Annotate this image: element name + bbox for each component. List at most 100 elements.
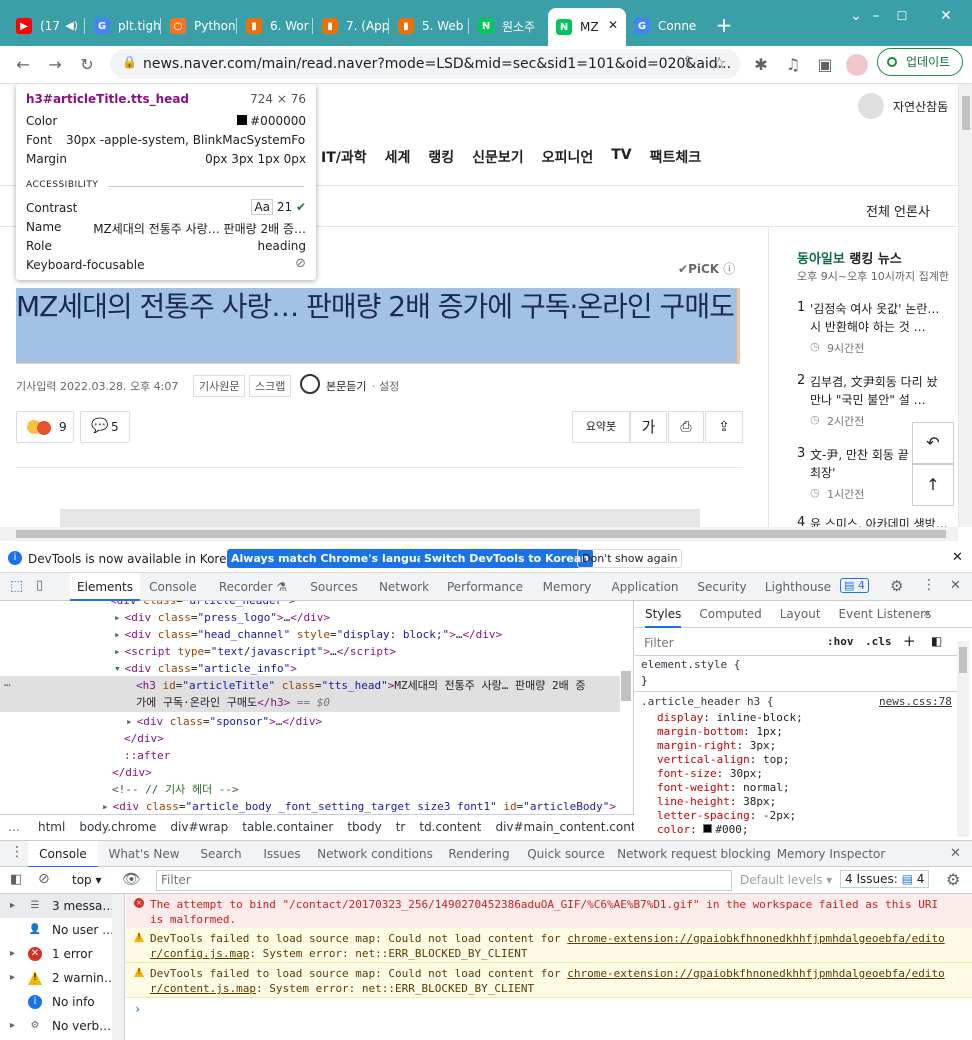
dom-node[interactable]: <!-- // 기사 헤더 --> — [0, 781, 239, 798]
ranking-item[interactable]: 1 '김정숙 여사 옷값' 논란… 시 반환해야 하는 것 … ◷ 9시간전 — [797, 300, 958, 370]
devtools-tab-network[interactable]: Network — [368, 573, 440, 601]
context-select[interactable]: top ▾ — [72, 873, 102, 887]
breadcrumb-item[interactable]: td.content — [419, 815, 481, 840]
tab-1[interactable]: Gplt.tigh — [86, 10, 160, 42]
css-property[interactable]: margin-bottom: 1px; — [657, 725, 803, 739]
devtools-tab-performance[interactable]: Performance — [440, 573, 530, 601]
nav-item-3[interactable]: 신문보기 — [472, 147, 524, 167]
drawer-menu-icon[interactable]: ⋮ — [10, 844, 24, 860]
css-property-value[interactable]: 3px; — [750, 739, 777, 752]
listen-button[interactable]: 본문듣기 — [326, 378, 366, 394]
color-swatch[interactable] — [703, 824, 713, 833]
clear-console-icon[interactable]: ⊘ — [38, 871, 50, 887]
css-property[interactable]: margin-right: 3px; — [657, 739, 803, 753]
add-rule-icon[interactable]: + — [903, 632, 916, 650]
page-vertical-scrollbar[interactable] — [958, 84, 972, 527]
devtools-tab-elements[interactable]: Elements — [70, 573, 140, 601]
drawer-tab-2[interactable]: Search — [190, 841, 252, 868]
dom-node[interactable]: ▸ <div class="press_logo">…</div> — [0, 609, 330, 626]
profile-avatar[interactable] — [846, 54, 868, 76]
drawer-tab-5[interactable]: Rendering — [438, 841, 520, 868]
dom-node[interactable]: ▸ <div class="sponsor">…</div> — [0, 713, 322, 730]
side-panel-icon[interactable]: ▣ — [814, 54, 836, 76]
address-bar[interactable]: 🔒 news.naver.com/main/read.naver?mode=LS… — [110, 49, 740, 79]
css-property-name[interactable]: font-size — [657, 767, 717, 780]
live-expression-eye-icon[interactable]: 👁 — [122, 870, 141, 888]
class-toggle[interactable]: .cls — [865, 635, 892, 648]
print-button[interactable]: ⎙ — [668, 411, 704, 443]
all-press-link[interactable]: 전체 언론사 — [866, 201, 930, 220]
listen-setting[interactable]: · 설정 — [372, 378, 399, 394]
styles-filter-input[interactable]: Filter — [639, 631, 819, 653]
issues-counter[interactable]: 4 Issues: ▤ 4 — [840, 870, 930, 888]
listen-icon[interactable] — [300, 374, 320, 394]
css-property-name[interactable]: font-weight — [657, 781, 730, 794]
devtools-tab-memory[interactable]: Memory — [530, 573, 604, 601]
devtools-tab-console[interactable]: Console — [140, 573, 206, 601]
breadcrumb-item[interactable]: tbody — [347, 815, 381, 840]
styles-scrollbar-thumb[interactable] — [959, 647, 967, 673]
dont-show-again-button[interactable]: Don't show again — [577, 549, 683, 568]
dom-node[interactable]: ▾ <div class="article_info"> — [0, 660, 297, 677]
css-property[interactable]: vertical-align: top; — [657, 753, 803, 767]
scrap-button[interactable]: 스크랩 — [249, 375, 292, 397]
devtools-tab-recorder[interactable]: Recorder ⚗ — [206, 573, 300, 601]
tab-2[interactable]: ○ Python — [162, 10, 236, 42]
rule-source-link[interactable]: news.css:78 — [879, 695, 952, 708]
source-map-link[interactable]: chrome-extension://gpaiobkfhnonedkhhfjpm… — [567, 967, 945, 980]
ranking-press[interactable]: 동아일보 — [797, 252, 845, 267]
scrollbar-thumb[interactable] — [962, 96, 970, 130]
breadcrumb-item[interactable]: html — [38, 815, 65, 840]
summary-button[interactable]: 요약봇 — [572, 411, 630, 443]
expand-arrow-icon[interactable]: ▸ — [10, 1014, 15, 1038]
console-sidebar-toggle-icon[interactable]: ◧ — [10, 872, 22, 887]
tab-0[interactable]: ▶ (17 ◀) — [8, 10, 84, 42]
css-property[interactable]: font-weight: normal; — [657, 781, 803, 795]
css-property-value[interactable]: -2px; — [763, 809, 796, 822]
switch-korean-button[interactable]: Switch DevTools to Korean — [420, 549, 594, 568]
drawer-tab-3[interactable]: Issues — [252, 841, 312, 868]
issues-badge[interactable]: ▤ 4 — [840, 578, 869, 593]
expand-arrow-icon[interactable]: ▸ — [10, 894, 15, 918]
tab-5[interactable]: ▮ 5. Web — [390, 10, 468, 42]
close-infobar-icon[interactable]: ✕ — [952, 550, 963, 565]
comment-button[interactable]: 💬 5 — [80, 411, 130, 443]
css-property[interactable]: color: #000; — [657, 823, 803, 837]
log-levels-dropdown[interactable]: Default levels ▾ — [740, 873, 832, 887]
expand-arrow-icon[interactable]: ▸ — [10, 942, 15, 966]
ranking-item[interactable]: 4 윤 스미스, 아카데미 생방… — [797, 515, 958, 527]
avatar[interactable] — [858, 93, 884, 119]
css-property-value[interactable]: top; — [763, 753, 790, 766]
devtools-tab-lighthouse[interactable]: Lighthouse — [758, 573, 838, 601]
nav-item-6[interactable]: 팩트체크 — [650, 147, 702, 167]
css-property[interactable]: letter-spacing: -2px; — [657, 809, 803, 823]
minimize-icon[interactable]: – — [866, 6, 886, 26]
css-property-name[interactable]: display — [657, 711, 703, 724]
drawer-tab-1[interactable]: What's New — [98, 841, 190, 868]
expand-arrow-icon[interactable]: ▸ — [10, 966, 15, 990]
user-name[interactable]: 자연산참돔 — [893, 98, 948, 115]
more-tabs-icon[interactable]: » — [923, 606, 930, 620]
hover-state-toggle[interactable]: :hov — [827, 635, 854, 648]
breadcrumb-item[interactable]: div#wrap — [170, 815, 228, 840]
audio-playing-icon[interactable]: ◀) — [65, 19, 78, 32]
match-language-button[interactable]: Always match Chrome's language — [227, 549, 444, 568]
source-map-link[interactable]: r/content.js.map — [150, 982, 256, 995]
console-message-error[interactable]: ✕ The attempt to bind "/contact/20170323_… — [126, 894, 972, 929]
console-sidebar-scrollbar[interactable] — [112, 894, 124, 1040]
dom-node[interactable]: ::after — [0, 747, 170, 764]
extensions-icon[interactable]: ✱ — [750, 54, 772, 76]
styles-tab-2[interactable]: Layout — [780, 601, 821, 627]
info-icon[interactable]: ⓘ — [723, 262, 735, 276]
device-toolbar-icon[interactable]: ▯ — [36, 578, 43, 593]
console-filter-input[interactable]: Filter — [156, 870, 732, 891]
back-to-list-button[interactable]: ↶ — [912, 422, 954, 464]
back-icon[interactable]: ← — [12, 54, 34, 76]
ellipsis-icon[interactable]: … — [4, 676, 11, 689]
close-window-icon[interactable]: ✕ — [936, 6, 956, 26]
page-horizontal-scrollbar[interactable] — [0, 527, 958, 541]
drawer-tab-8[interactable]: Memory Inspector — [776, 841, 886, 868]
more-options-icon[interactable]: ⋮ — [922, 577, 936, 593]
console-sidebar-item[interactable]: i No info — [0, 990, 124, 1014]
css-property[interactable]: line-height: 38px; — [657, 795, 803, 809]
